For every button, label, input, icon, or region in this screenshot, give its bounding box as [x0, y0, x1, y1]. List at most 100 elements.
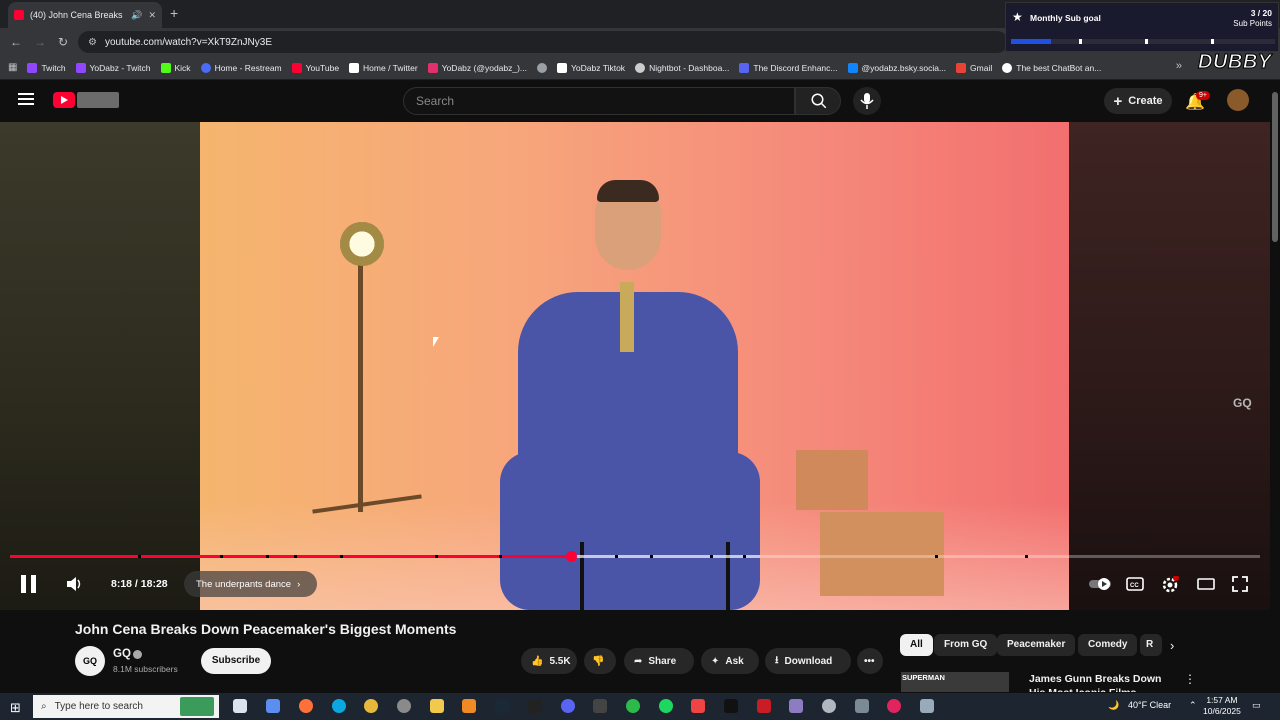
channel-name[interactable]: GQ [113, 648, 131, 660]
chip-from-gq[interactable]: From GQ [934, 634, 998, 656]
scrollbar-thumb[interactable] [1272, 92, 1278, 242]
thumbnail-label: SUPERMAN [902, 673, 945, 682]
reload-icon[interactable]: ↻ [58, 35, 68, 49]
bookmark-item[interactable]: YoDabz (@yodabz_)... [427, 62, 527, 73]
bookmark-item[interactable]: Nightbot - Dashboa... [635, 62, 729, 73]
channel-avatar[interactable]: GQ [75, 646, 105, 676]
video-frame[interactable] [200, 122, 1069, 610]
chip-peacemaker[interactable]: Peacemaker [997, 634, 1076, 656]
app-icon[interactable] [920, 699, 934, 713]
bookmark-item[interactable]: YoDabz Tiktok [557, 62, 625, 73]
notification-center-icon[interactable]: ▭ [1252, 700, 1261, 711]
channel-watermark[interactable]: GQ [1233, 396, 1252, 410]
bookmark-item[interactable]: @yodabz.bsky.socia... [847, 62, 946, 73]
site-info-icon[interactable]: ⚙ [88, 37, 97, 48]
bookmark-item[interactable]: Twitch [27, 62, 66, 73]
video-progress-bar[interactable] [10, 551, 1260, 562]
file-explorer-icon[interactable] [430, 699, 444, 713]
tiktok-icon[interactable] [724, 699, 738, 713]
chip-comedy[interactable]: Comedy [1078, 634, 1138, 656]
settings-gear-icon[interactable] [822, 699, 836, 713]
autoplay-toggle[interactable] [1089, 576, 1113, 592]
bookmark-item[interactable] [537, 62, 548, 73]
apps-grid-icon[interactable]: ▦ [8, 62, 17, 73]
chapter-button[interactable]: The underpants dance › [184, 571, 317, 597]
fullscreen-icon[interactable] [1232, 576, 1250, 592]
menu-icon[interactable] [18, 93, 34, 108]
windows-start-icon[interactable]: ⊞ [10, 700, 21, 716]
clock[interactable]: 1:57 AM 10/6/2025 [1203, 695, 1241, 717]
chevron-right-icon[interactable]: › [1170, 638, 1174, 653]
weather-text[interactable]: 40°F Clear [1128, 700, 1171, 710]
app-icon[interactable] [691, 699, 705, 713]
create-button[interactable]: + Create [1104, 88, 1172, 114]
chapter-divider [266, 555, 269, 558]
search-button[interactable] [795, 87, 841, 115]
chip-all[interactable]: All [900, 634, 933, 656]
bookmark-item[interactable]: YoDabz - Twitch [75, 62, 151, 73]
new-tab-button[interactable]: + [170, 5, 178, 21]
more-actions-icon[interactable]: ••• [857, 648, 883, 674]
more-bookmarks-icon[interactable]: » [1176, 60, 1182, 72]
copilot-icon[interactable] [266, 699, 280, 713]
youtube-logo-icon[interactable] [53, 92, 75, 108]
steam-icon[interactable] [495, 699, 509, 713]
bookmark-item[interactable]: The best ChatBot an... [1002, 62, 1101, 73]
voice-search-button[interactable] [853, 87, 881, 115]
browser-tab[interactable]: (40) John Cena Breaks Down 🔊 ✕ [8, 2, 162, 28]
bookmark-item[interactable]: Home / Twitter [349, 62, 418, 73]
chapter-divider [743, 555, 746, 558]
bookmark-item[interactable]: Kick [160, 62, 191, 73]
captions-icon[interactable]: CC [1126, 576, 1144, 592]
app-icon[interactable] [887, 699, 901, 713]
forward-icon[interactable]: → [34, 35, 46, 49]
discord-icon[interactable] [561, 699, 575, 713]
ask-button[interactable]: ✦ Ask [701, 648, 759, 674]
account-avatar[interactable] [1227, 89, 1249, 111]
dislike-button[interactable]: 👎 [584, 648, 616, 674]
task-view-icon[interactable] [233, 699, 247, 713]
app-icon[interactable] [593, 699, 607, 713]
video-player[interactable] [0, 122, 1270, 610]
weather-moon-icon[interactable]: 🌙 [1108, 700, 1119, 711]
address-bar[interactable]: ⚙ youtube.com/watch?v=XkT9ZnJNy3E [78, 31, 1008, 53]
subscribe-button[interactable]: Subscribe [201, 648, 271, 674]
firefox-icon[interactable] [299, 699, 313, 713]
edge-icon[interactable] [332, 699, 346, 713]
volume-icon[interactable] [67, 576, 85, 592]
back-icon[interactable]: ← [10, 35, 22, 49]
youtube-home-logo[interactable] [77, 92, 119, 108]
search-input[interactable]: Search [403, 87, 795, 115]
share-button[interactable]: ➦ Share [624, 648, 694, 674]
chip-truncated[interactable]: R [1140, 634, 1162, 656]
chapter-divider [220, 555, 223, 558]
bookmark-item[interactable]: Home - Restream [200, 62, 282, 73]
search-highlight-icon[interactable] [180, 697, 214, 716]
chevron-up-icon[interactable]: ⌃ [1189, 700, 1197, 711]
app-icon[interactable] [757, 699, 771, 713]
recommended-title[interactable]: James Gunn Breaks Down His Most Iconic F… [1029, 672, 1179, 692]
cardboard-box [796, 450, 868, 510]
app-icon[interactable] [626, 699, 640, 713]
pause-icon[interactable] [21, 575, 37, 593]
app-icon[interactable] [855, 699, 869, 713]
obs-icon[interactable] [397, 699, 411, 713]
app-icon[interactable] [462, 699, 476, 713]
audio-playing-icon[interactable]: 🔊 [131, 10, 142, 21]
settings-gear-icon[interactable] [1161, 575, 1179, 593]
epic-games-icon[interactable] [528, 699, 542, 713]
chapter-divider [138, 555, 141, 558]
bookmark-item[interactable]: Gmail [956, 62, 992, 73]
spotify-icon[interactable] [659, 699, 673, 713]
kebab-menu-icon[interactable]: ⋮ [1184, 672, 1196, 686]
like-button[interactable]: 👍 5.5K [521, 648, 577, 674]
theater-mode-icon[interactable] [1197, 576, 1215, 592]
app-icon[interactable] [789, 699, 803, 713]
bookmark-item[interactable]: The Discord Enhanc... [739, 62, 838, 73]
download-button[interactable]: ⭳ Download [765, 648, 851, 674]
chrome-icon[interactable] [364, 699, 378, 713]
close-tab-icon[interactable]: ✕ [148, 10, 156, 21]
goal-unit: Sub Points [1233, 19, 1272, 28]
chapter-divider [499, 555, 502, 558]
bookmark-item[interactable]: YouTube [291, 62, 339, 73]
